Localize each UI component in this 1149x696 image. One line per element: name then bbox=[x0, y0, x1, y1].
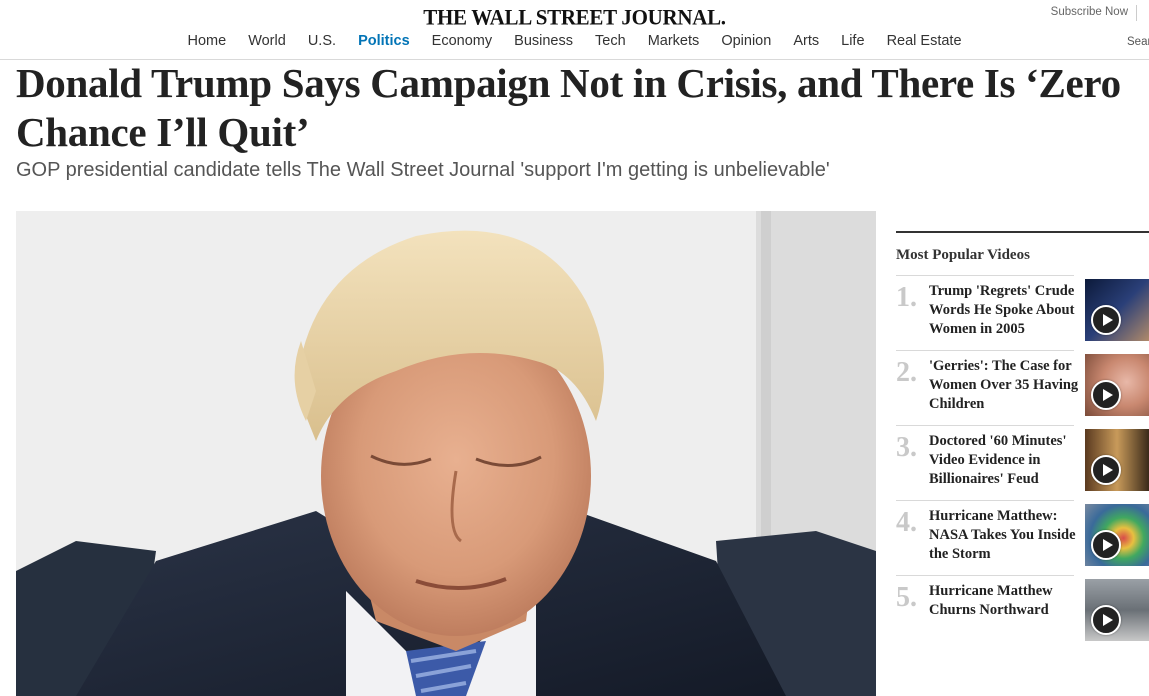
nav-arts[interactable]: Arts bbox=[793, 33, 819, 49]
video-title[interactable]: Hurricane Matthew: NASA Takes You Inside… bbox=[929, 507, 1079, 564]
video-item[interactable]: 3. Doctored '60 Minutes' Video Evidence … bbox=[896, 425, 1149, 500]
video-rank: 2. bbox=[896, 357, 917, 388]
most-popular-videos: Most Popular Videos 1. Trump 'Regrets' C… bbox=[896, 231, 1149, 650]
play-icon[interactable] bbox=[1091, 455, 1121, 485]
video-title[interactable]: Doctored '60 Minutes' Video Evidence in … bbox=[929, 432, 1079, 489]
nav-world[interactable]: World bbox=[248, 33, 286, 49]
nav-us[interactable]: U.S. bbox=[308, 33, 336, 49]
main-nav: Home World U.S. Politics Economy Busines… bbox=[0, 33, 1149, 49]
subscribe-link[interactable]: Subscribe Now bbox=[1051, 5, 1137, 21]
video-item[interactable]: 5. Hurricane Matthew Churns Northward bbox=[896, 575, 1149, 650]
video-item[interactable]: 1. Trump 'Regrets' Crude Words He Spoke … bbox=[896, 275, 1149, 350]
nav-opinion[interactable]: Opinion bbox=[721, 33, 771, 49]
nav-home[interactable]: Home bbox=[187, 33, 226, 49]
nav-real-estate[interactable]: Real Estate bbox=[887, 33, 962, 49]
sidebar-title: Most Popular Videos bbox=[896, 247, 1030, 263]
video-thumbnail[interactable] bbox=[1085, 579, 1149, 641]
video-rank: 3. bbox=[896, 432, 917, 463]
masthead: THE WALL STREET JOURNAL. Subscribe Now H… bbox=[0, 0, 1149, 60]
nav-business[interactable]: Business bbox=[514, 33, 573, 49]
video-item[interactable]: 4. Hurricane Matthew: NASA Takes You Ins… bbox=[896, 500, 1149, 575]
video-rank: 4. bbox=[896, 507, 917, 538]
play-icon[interactable] bbox=[1091, 305, 1121, 335]
nav-life[interactable]: Life bbox=[841, 33, 864, 49]
hero-photo bbox=[16, 211, 876, 696]
article-headline: Donald Trump Says Campaign Not in Crisis… bbox=[16, 60, 1121, 155]
nav-tech[interactable]: Tech bbox=[595, 33, 626, 49]
video-item[interactable]: 2. 'Gerries': The Case for Women Over 35… bbox=[896, 350, 1149, 425]
nav-markets[interactable]: Markets bbox=[648, 33, 700, 49]
video-thumbnail[interactable] bbox=[1085, 354, 1149, 416]
search-link[interactable]: Search bbox=[1127, 36, 1149, 48]
video-thumbnail[interactable] bbox=[1085, 279, 1149, 341]
article-dek: GOP presidential candidate tells The Wal… bbox=[16, 159, 830, 181]
play-icon[interactable] bbox=[1091, 380, 1121, 410]
video-thumbnail[interactable] bbox=[1085, 504, 1149, 566]
video-thumbnail[interactable] bbox=[1085, 429, 1149, 491]
video-rank: 5. bbox=[896, 582, 917, 613]
wsj-logo[interactable]: THE WALL STREET JOURNAL. bbox=[0, 4, 1149, 30]
video-title[interactable]: 'Gerries': The Case for Women Over 35 Ha… bbox=[929, 357, 1079, 414]
nav-economy[interactable]: Economy bbox=[432, 33, 492, 49]
play-icon[interactable] bbox=[1091, 605, 1121, 635]
video-rank: 1. bbox=[896, 282, 917, 313]
video-title[interactable]: Trump 'Regrets' Crude Words He Spoke Abo… bbox=[929, 282, 1079, 339]
play-icon[interactable] bbox=[1091, 530, 1121, 560]
nav-politics[interactable]: Politics bbox=[358, 33, 410, 49]
video-title[interactable]: Hurricane Matthew Churns Northward bbox=[929, 582, 1079, 620]
